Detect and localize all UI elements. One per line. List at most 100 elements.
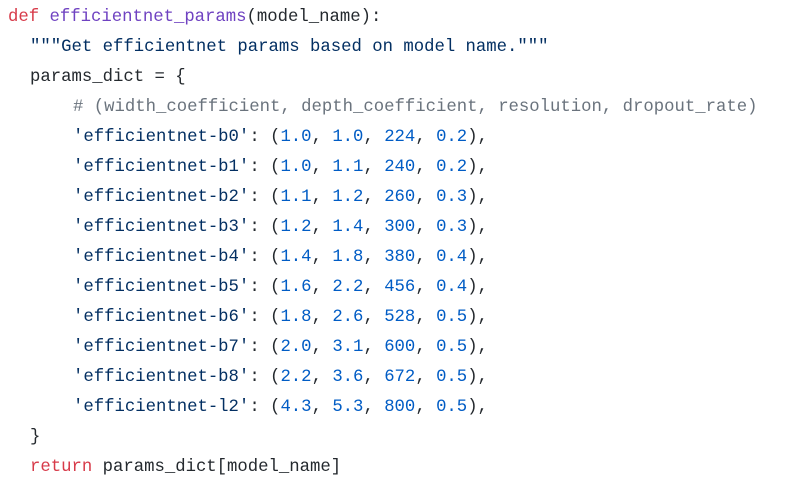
entry-dropout-rate: 0.5 [436, 368, 468, 387]
dict-entry-line: 'efficientnet-b4': (1.4, 1.8, 380, 0.4), [73, 243, 488, 273]
entry-colon: : ( [249, 218, 281, 237]
entry-colon: : ( [249, 158, 281, 177]
entry-close: ), [467, 338, 488, 357]
dict-close: } [30, 428, 41, 447]
entry-colon: : ( [249, 248, 281, 267]
code-line-return: return params_dict[model_name] [30, 453, 341, 483]
entry-colon: : ( [249, 338, 281, 357]
entry-comma: , [311, 338, 333, 357]
entry-comma: , [311, 158, 333, 177]
entry-width-coefficient: 2.0 [280, 338, 312, 357]
entry-comma: , [415, 188, 437, 207]
entry-close: ), [467, 158, 488, 177]
entry-comma: , [363, 188, 385, 207]
entry-key: 'efficientnet-b3' [73, 218, 250, 237]
entry-comma: , [363, 128, 385, 147]
entry-resolution: 456 [384, 278, 416, 297]
dict-entry-line: 'efficientnet-b2': (1.1, 1.2, 260, 0.3), [73, 183, 488, 213]
entry-dropout-rate: 0.3 [436, 188, 468, 207]
entry-comma: , [311, 398, 333, 417]
code-line-dict-assign: params_dict = { [30, 63, 186, 93]
entry-comma: , [311, 278, 333, 297]
entry-colon: : ( [249, 308, 281, 327]
entry-comma: , [311, 368, 333, 387]
entry-comma: , [415, 128, 437, 147]
entry-comma: , [415, 308, 437, 327]
code-block: def efficientnet_params(model_name): """… [0, 0, 789, 484]
function-name: efficientnet_params [49, 8, 247, 27]
code-line-def: def efficientnet_params(model_name): [8, 3, 381, 33]
entry-close: ), [467, 398, 488, 417]
entry-close: ), [467, 248, 488, 267]
entry-colon: : ( [249, 278, 281, 297]
entry-comma: , [363, 158, 385, 177]
dict-entry-line: 'efficientnet-b7': (2.0, 3.1, 600, 0.5), [73, 333, 488, 363]
entry-comma: , [363, 308, 385, 327]
entry-key: 'efficientnet-b2' [73, 188, 250, 207]
dict-entry-line: 'efficientnet-b1': (1.0, 1.1, 240, 0.2), [73, 153, 488, 183]
entry-resolution: 260 [384, 188, 416, 207]
def-keyword: def [8, 8, 40, 27]
entry-colon: : ( [249, 188, 281, 207]
entry-comma: , [415, 368, 437, 387]
entry-comma: , [311, 248, 333, 267]
entry-comma: , [311, 308, 333, 327]
entry-depth-coefficient: 5.3 [332, 398, 364, 417]
entry-key: 'efficientnet-b0' [73, 128, 250, 147]
comment: # (width_coefficient, depth_coefficient,… [73, 98, 758, 117]
entry-depth-coefficient: 1.2 [332, 188, 364, 207]
entry-comma: , [311, 218, 333, 237]
return-expression: params_dict[model_name] [92, 458, 342, 477]
entry-resolution: 380 [384, 248, 416, 267]
entry-dropout-rate: 0.2 [436, 158, 468, 177]
entry-comma: , [415, 248, 437, 267]
entry-comma: , [415, 338, 437, 357]
entry-comma: , [363, 398, 385, 417]
dict-entry-line: 'efficientnet-b3': (1.2, 1.4, 300, 0.3), [73, 213, 488, 243]
entry-comma: , [363, 248, 385, 267]
entry-resolution: 600 [384, 338, 416, 357]
entry-width-coefficient: 1.4 [280, 248, 312, 267]
entry-depth-coefficient: 1.4 [332, 218, 364, 237]
entry-width-coefficient: 1.0 [280, 158, 312, 177]
entry-width-coefficient: 4.3 [280, 398, 312, 417]
entry-close: ), [467, 368, 488, 387]
entry-depth-coefficient: 1.1 [332, 158, 364, 177]
dict-entry-line: 'efficientnet-b6': (1.8, 2.6, 528, 0.5), [73, 303, 488, 333]
entry-dropout-rate: 0.4 [436, 278, 468, 297]
docstring: """Get efficientnet params based on mode… [30, 38, 549, 57]
entry-dropout-rate: 0.3 [436, 218, 468, 237]
entry-comma: , [363, 368, 385, 387]
entry-resolution: 528 [384, 308, 416, 327]
dict-entry-line: 'efficientnet-b5': (1.6, 2.2, 456, 0.4), [73, 273, 488, 303]
entry-resolution: 800 [384, 398, 416, 417]
entry-key: 'efficientnet-b5' [73, 278, 250, 297]
entry-comma: , [415, 218, 437, 237]
entry-close: ), [467, 188, 488, 207]
entry-resolution: 240 [384, 158, 416, 177]
entry-comma: , [415, 278, 437, 297]
entry-comma: , [363, 338, 385, 357]
entry-depth-coefficient: 3.6 [332, 368, 364, 387]
entry-dropout-rate: 0.5 [436, 398, 468, 417]
entry-depth-coefficient: 1.8 [332, 248, 364, 267]
entry-key: 'efficientnet-l2' [73, 398, 250, 417]
entry-width-coefficient: 1.0 [280, 128, 312, 147]
dict-entry-line: 'efficientnet-l2': (4.3, 5.3, 800, 0.5), [73, 393, 488, 423]
entry-resolution: 224 [384, 128, 416, 147]
entry-depth-coefficient: 1.0 [332, 128, 364, 147]
entry-width-coefficient: 1.6 [280, 278, 312, 297]
dict-variable: params_dict [30, 68, 145, 87]
entry-colon: : ( [249, 368, 281, 387]
entry-dropout-rate: 0.4 [436, 248, 468, 267]
entry-comma: , [415, 158, 437, 177]
entry-comma: , [415, 398, 437, 417]
entry-key: 'efficientnet-b1' [73, 158, 250, 177]
return-keyword: return [30, 458, 93, 477]
dict-open: = { [144, 68, 186, 87]
entry-width-coefficient: 1.8 [280, 308, 312, 327]
entry-key: 'efficientnet-b7' [73, 338, 250, 357]
entry-width-coefficient: 2.2 [280, 368, 312, 387]
entry-key: 'efficientnet-b4' [73, 248, 250, 267]
entry-comma: , [363, 278, 385, 297]
